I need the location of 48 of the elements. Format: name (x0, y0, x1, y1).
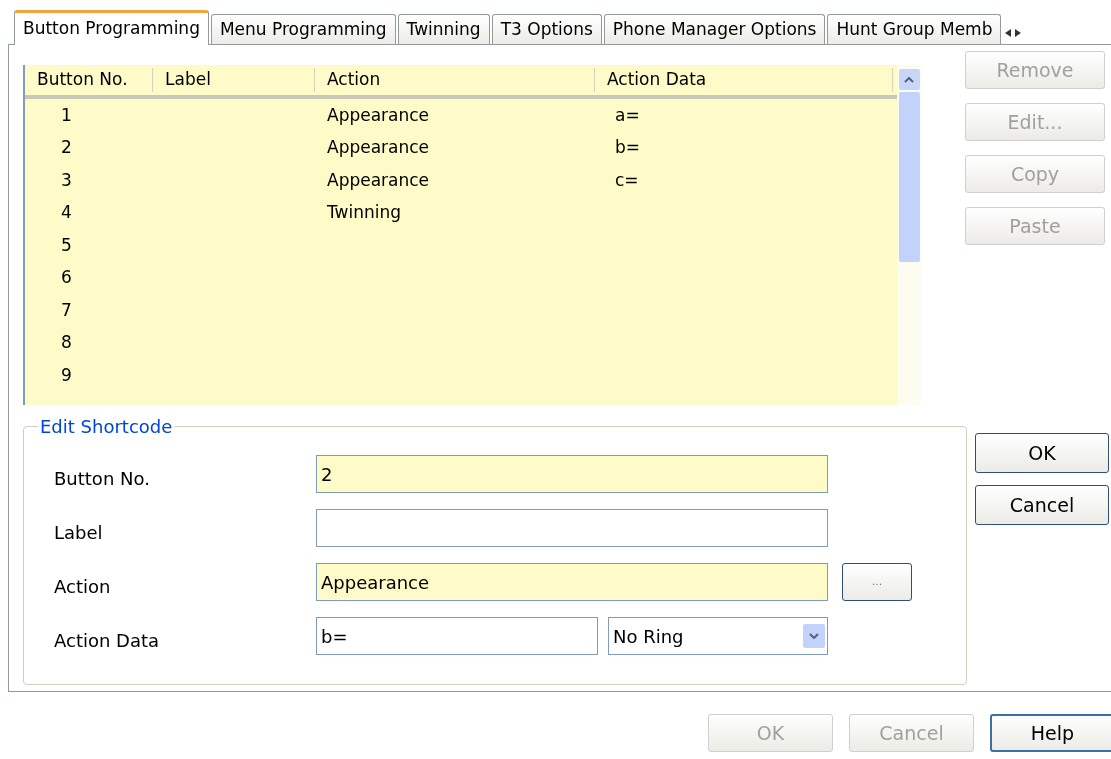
table-cell: 6 (61, 267, 72, 287)
input-field[interactable]: Appearance (316, 563, 828, 601)
tab[interactable]: Button Programming (14, 10, 209, 45)
table-cell: Appearance (327, 137, 430, 157)
tab[interactable]: Hunt Group Memb (827, 14, 1002, 45)
table-cell: Appearance (327, 169, 430, 190)
group-title: Edit Shortcode (39, 415, 174, 439)
tab[interactable]: Menu Programming (210, 14, 396, 45)
column-header[interactable]: Action Data (607, 67, 707, 93)
table-cell: 8 (61, 332, 72, 352)
column-header[interactable]: Button No. (37, 67, 128, 93)
input-field[interactable]: b= (316, 617, 598, 655)
table-cell: Twinning (327, 202, 402, 222)
table-cell: 5 (61, 234, 72, 255)
dropdown-arrow-button[interactable] (803, 624, 825, 648)
field-label: Action (54, 574, 112, 599)
table-cell: b= (615, 137, 641, 157)
column-header[interactable]: Label (165, 67, 211, 93)
table-cell: 2 (61, 137, 72, 157)
table-cell: 4 (61, 202, 72, 222)
browse-button[interactable]: ... (842, 563, 912, 601)
scroll-up-button[interactable] (898, 69, 920, 90)
table-cell: a= (615, 104, 640, 125)
table-cell: 9 (61, 364, 72, 385)
scroll-thumb[interactable] (898, 92, 920, 262)
button[interactable]: Cancel (975, 485, 1109, 525)
dropdown[interactable]: No Ring (608, 617, 828, 655)
table-cell: Appearance (327, 104, 430, 125)
field-label: Label (54, 520, 104, 545)
table-cell: 7 (61, 299, 72, 320)
scroll-left-icon[interactable] (1005, 29, 1012, 37)
input-field[interactable]: 2 (316, 455, 828, 493)
chevron-up-icon (904, 76, 914, 83)
chevron-down-icon (809, 633, 819, 639)
table-cell: 3 (61, 169, 72, 190)
tab[interactable]: Phone Manager Options (603, 14, 826, 45)
input-field[interactable] (316, 509, 828, 547)
tab[interactable]: Twinning (397, 14, 490, 45)
scrollbar[interactable] (897, 65, 921, 405)
scroll-right-icon[interactable] (1015, 29, 1022, 37)
column-header[interactable]: Action (327, 67, 381, 93)
field-label: Button No. (54, 466, 151, 491)
field-label: Action Data (54, 628, 161, 653)
table-cell: 1 (61, 104, 72, 125)
button[interactable]: OK (975, 433, 1109, 473)
table-cell: c= (615, 169, 639, 190)
button[interactable]: Help (990, 714, 1111, 752)
tab[interactable]: T3 Options (491, 14, 602, 45)
